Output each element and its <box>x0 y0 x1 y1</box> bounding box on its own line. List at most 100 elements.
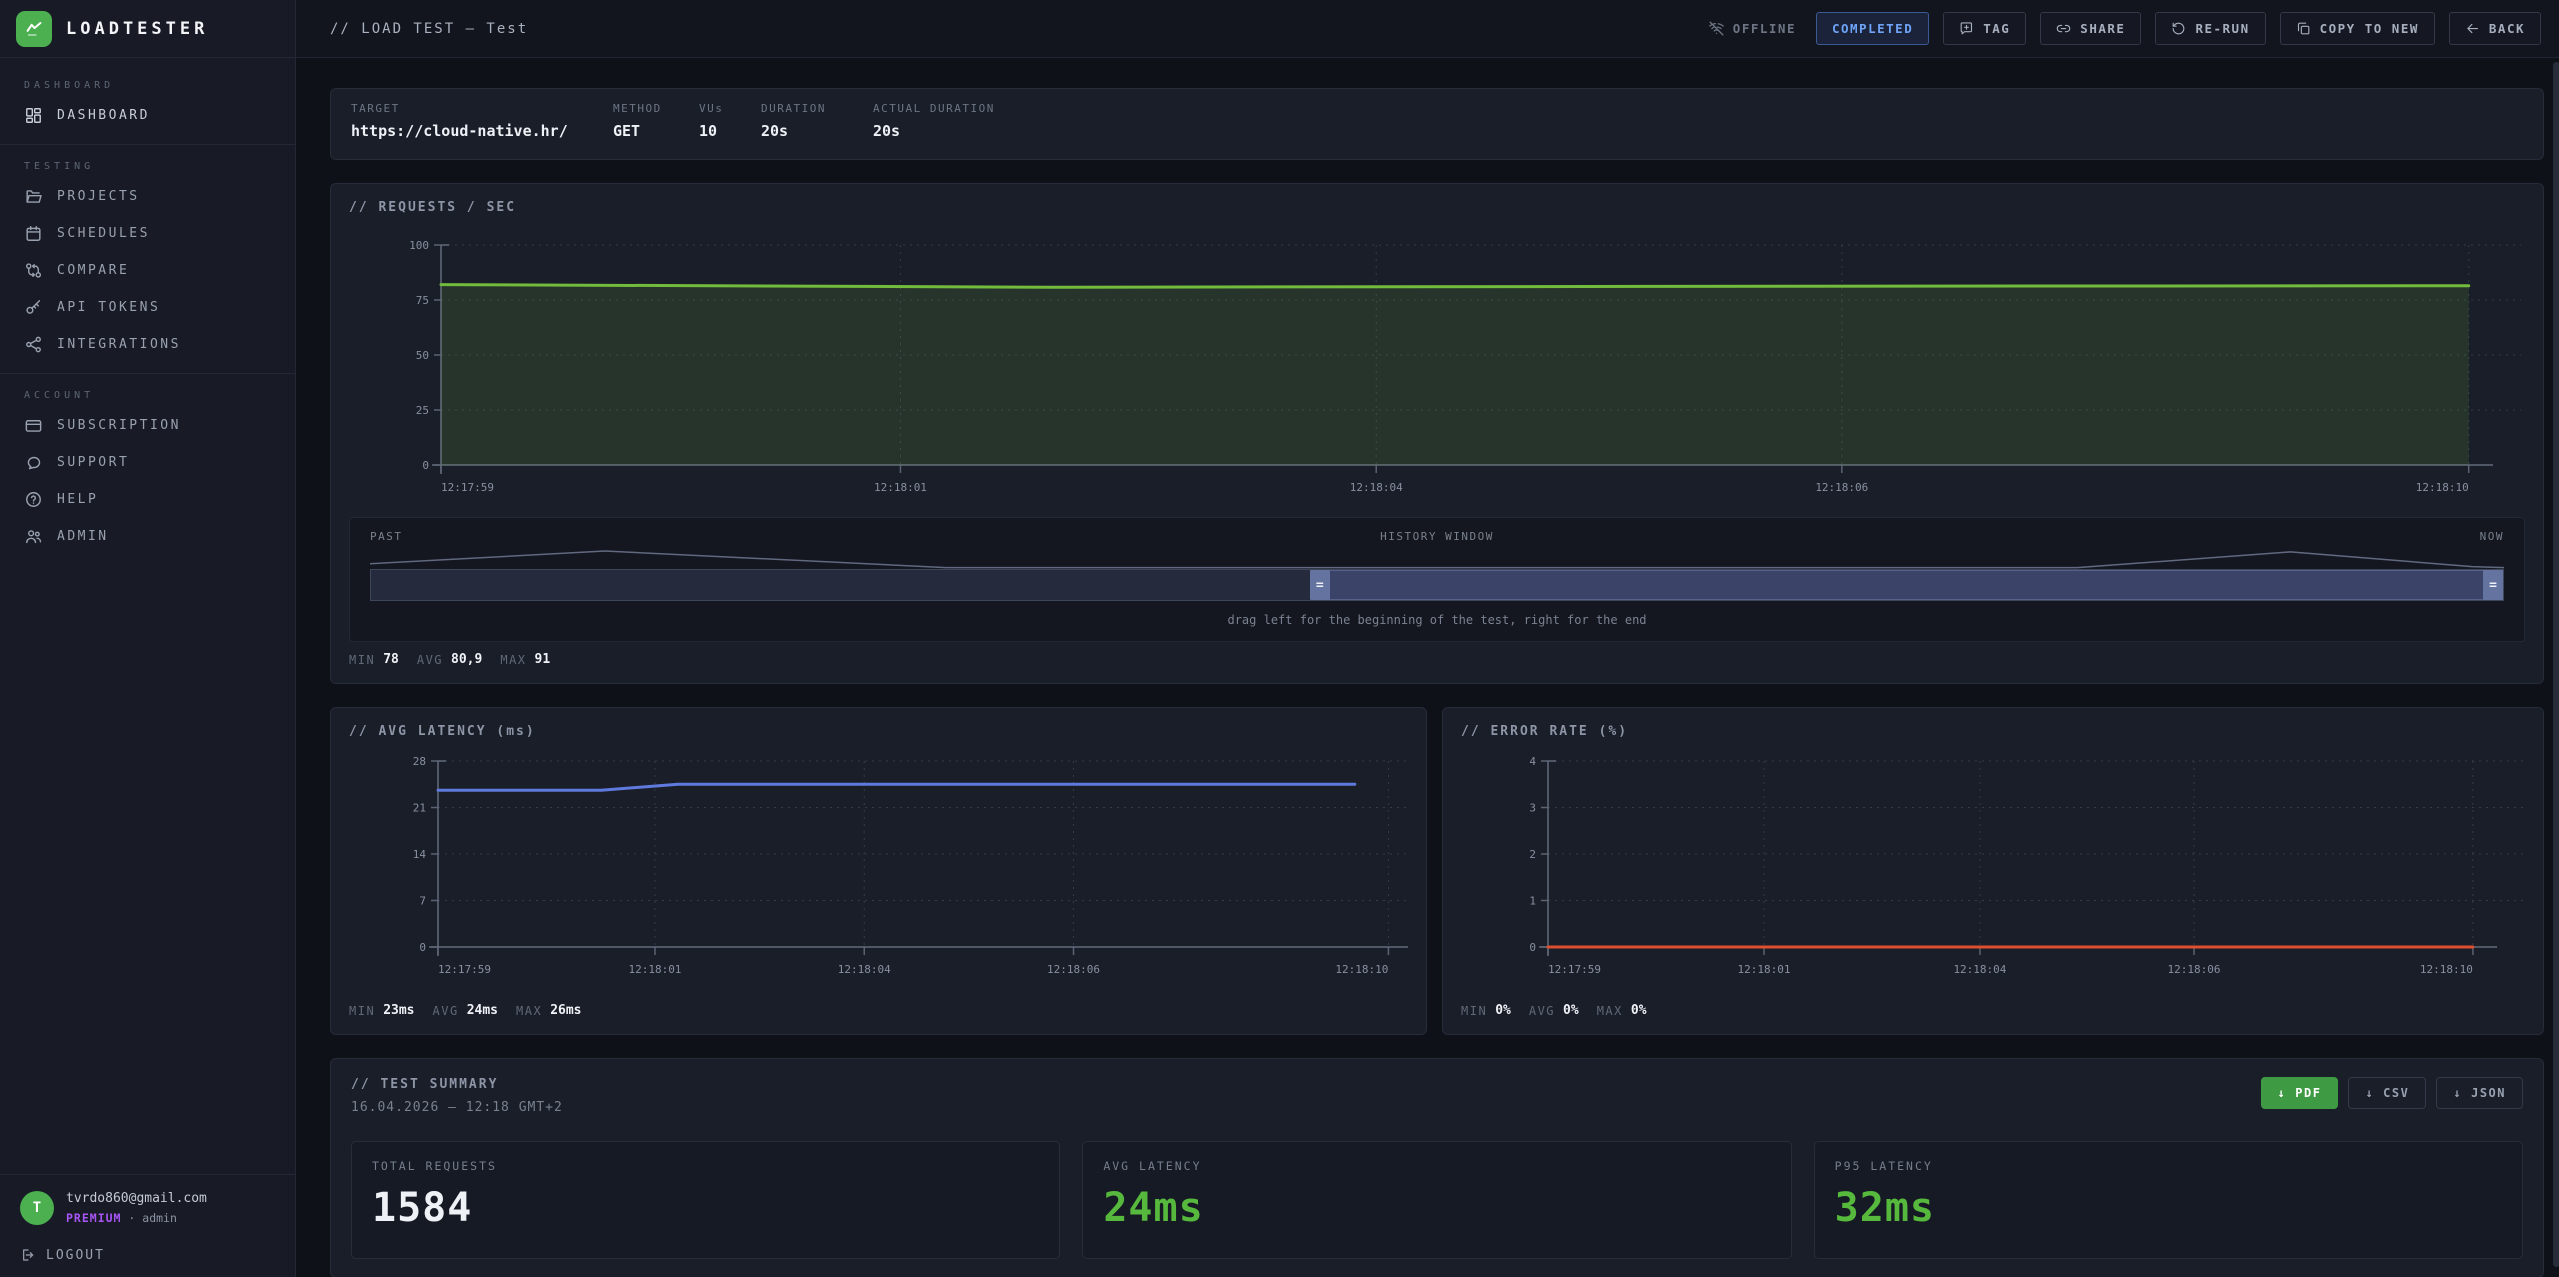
requests-per-sec-chart: 025507510012:17:5912:18:0112:18:0412:18:… <box>349 223 2523 503</box>
target-info-panel: TARGET https://cloud-native.hr/ METHOD G… <box>330 88 2544 160</box>
download-icon: ↓ <box>2278 1086 2287 1100</box>
sidebar-item-label: SCHEDULES <box>57 226 150 241</box>
svg-text:12:18:10: 12:18:10 <box>2420 963 2473 976</box>
error-rate-panel: // ERROR RATE (%) 0123412:17:5912:18:011… <box>1442 707 2544 1035</box>
sidebar-item-compare[interactable]: COMPARE <box>0 252 295 289</box>
svg-text:7: 7 <box>419 895 426 908</box>
svg-text:12:18:06: 12:18:06 <box>2168 963 2221 976</box>
download-icon: ↓ <box>2453 1086 2462 1100</box>
back-button[interactable]: BACK <box>2449 12 2541 45</box>
svg-text:12:18:04: 12:18:04 <box>1350 481 1403 494</box>
brand-name: LOADTESTER <box>66 19 208 39</box>
history-sparkline <box>370 549 2504 569</box>
sidebar-item-dashboard[interactable]: DASHBOARD <box>0 97 295 134</box>
brand-logo-icon <box>16 11 52 47</box>
grid-icon <box>24 106 43 125</box>
avg-latency-card: AVG LATENCY 24ms <box>1082 1141 1791 1259</box>
vus-column: VUs 10 <box>699 102 761 146</box>
nav-section-label: TESTING <box>0 145 295 178</box>
avg-latency-panel: // AVG LATENCY (ms) 0714212812:17:5912:1… <box>330 707 1427 1035</box>
svg-text:12:18:06: 12:18:06 <box>1047 963 1100 976</box>
sidebar-item-projects[interactable]: PROJECTS <box>0 178 295 215</box>
summary-datetime: 16.04.2026 — 12:18 GMT+2 <box>351 1100 563 1115</box>
logout-icon <box>20 1247 36 1263</box>
export-buttons: ↓ PDF ↓ CSV ↓ JSON <box>2261 1077 2523 1109</box>
sidebar-item-help[interactable]: HELP <box>0 481 295 518</box>
main-area: // LOAD TEST — Test OFFLINE COMPLETED TA… <box>296 0 2559 1277</box>
svg-text:12:18:04: 12:18:04 <box>1953 963 2006 976</box>
avatar: T <box>20 1191 54 1225</box>
svg-text:12:17:59: 12:17:59 <box>441 481 494 494</box>
sidebar-item-api-tokens[interactable]: API TOKENS <box>0 289 295 326</box>
actual-duration-column: ACTUAL DURATION 20s <box>873 102 995 146</box>
plan-badge: PREMIUM <box>66 1211 121 1225</box>
svg-text:12:17:59: 12:17:59 <box>438 963 491 976</box>
latency-stats: MIN23ms AVG24ms MAX26ms <box>349 1003 1408 1018</box>
svg-text:2: 2 <box>1529 848 1536 861</box>
svg-text:12:18:06: 12:18:06 <box>1815 481 1868 494</box>
history-segment-selected <box>1320 570 2503 600</box>
total-requests-value: 1584 <box>372 1185 1039 1231</box>
rerun-icon <box>2171 21 2186 36</box>
svg-text:0: 0 <box>419 941 426 954</box>
history-window-box: PAST HISTORY WINDOW NOW = = drag lef <box>349 517 2525 642</box>
svg-text:21: 21 <box>413 802 426 815</box>
sidebar-item-admin[interactable]: ADMIN <box>0 518 295 555</box>
nav-section-label: DASHBOARD <box>0 64 295 97</box>
export-pdf-button[interactable]: ↓ PDF <box>2261 1077 2339 1109</box>
svg-text:12:18:04: 12:18:04 <box>838 963 891 976</box>
svg-text:12:18:01: 12:18:01 <box>874 481 927 494</box>
history-labels: PAST HISTORY WINDOW NOW <box>370 530 2504 543</box>
requests-per-sec-panel: // REQUESTS / SEC 025507510012:17:5912:1… <box>330 183 2544 684</box>
panel-title: // ERROR RATE (%) <box>1461 724 2525 739</box>
history-slider[interactable]: = = <box>370 549 2504 601</box>
sidebar-item-label: HELP <box>57 492 98 507</box>
p95-latency-value: 32ms <box>1835 1185 2502 1231</box>
user-block: T tvrdo860@gmail.com PREMIUM · admin LOG… <box>0 1174 295 1277</box>
tag-button[interactable]: TAG <box>1943 12 2026 45</box>
history-window-label: HISTORY WINDOW <box>370 530 2504 543</box>
svg-text:12:18:01: 12:18:01 <box>1737 963 1790 976</box>
svg-text:0: 0 <box>422 459 429 472</box>
folder-icon <box>24 187 43 206</box>
svg-text:0: 0 <box>1529 941 1536 954</box>
page-title: // LOAD TEST — Test <box>330 21 528 37</box>
sidebar-item-schedules[interactable]: SCHEDULES <box>0 215 295 252</box>
nav-section-label: ACCOUNT <box>0 374 295 407</box>
offline-indicator: OFFLINE <box>1708 20 1796 37</box>
logout-button[interactable]: LOGOUT <box>20 1247 275 1263</box>
user-role: admin <box>142 1211 177 1225</box>
topbar: // LOAD TEST — Test OFFLINE COMPLETED TA… <box>296 0 2559 58</box>
sidebar-item-support[interactable]: SUPPORT <box>0 444 295 481</box>
sidebar-item-label: ADMIN <box>57 529 109 544</box>
copy-to-new-button[interactable]: COPY TO NEW <box>2280 12 2435 45</box>
svg-text:4: 4 <box>1529 755 1536 768</box>
export-json-button[interactable]: ↓ JSON <box>2436 1077 2523 1109</box>
sidebar-item-subscription[interactable]: SUBSCRIPTION <box>0 407 295 444</box>
scrollbar <box>2553 62 2559 1273</box>
panel-title: // AVG LATENCY (ms) <box>349 724 1408 739</box>
svg-text:12:18:01: 12:18:01 <box>628 963 681 976</box>
total-requests-card: TOTAL REQUESTS 1584 <box>351 1141 1060 1259</box>
help-icon <box>24 490 43 509</box>
history-handle-start[interactable]: = <box>1310 570 1330 600</box>
history-slider-track[interactable]: = = <box>370 569 2504 601</box>
download-icon: ↓ <box>2365 1086 2374 1100</box>
sidebar-item-label: API TOKENS <box>57 300 160 315</box>
status-badge: COMPLETED <box>1816 12 1929 45</box>
history-hint: drag left for the beginning of the test,… <box>370 613 2504 627</box>
history-handle-end[interactable]: = <box>2483 570 2503 600</box>
share-button[interactable]: SHARE <box>2040 12 2141 45</box>
scrollbar-thumb[interactable] <box>2553 62 2559 1267</box>
rerun-button[interactable]: RE-RUN <box>2155 12 2265 45</box>
sidebar-item-integrations[interactable]: INTEGRATIONS <box>0 326 295 363</box>
content: TARGET https://cloud-native.hr/ METHOD G… <box>296 58 2559 1277</box>
svg-text:12:17:59: 12:17:59 <box>1548 963 1601 976</box>
chat-icon <box>24 453 43 472</box>
export-csv-button[interactable]: ↓ CSV <box>2348 1077 2426 1109</box>
copy-icon <box>2296 21 2311 36</box>
svg-text:75: 75 <box>416 294 429 307</box>
svg-text:1: 1 <box>1529 895 1536 908</box>
history-segment-past <box>371 570 1320 600</box>
summary-title: // TEST SUMMARY <box>351 1077 563 1092</box>
